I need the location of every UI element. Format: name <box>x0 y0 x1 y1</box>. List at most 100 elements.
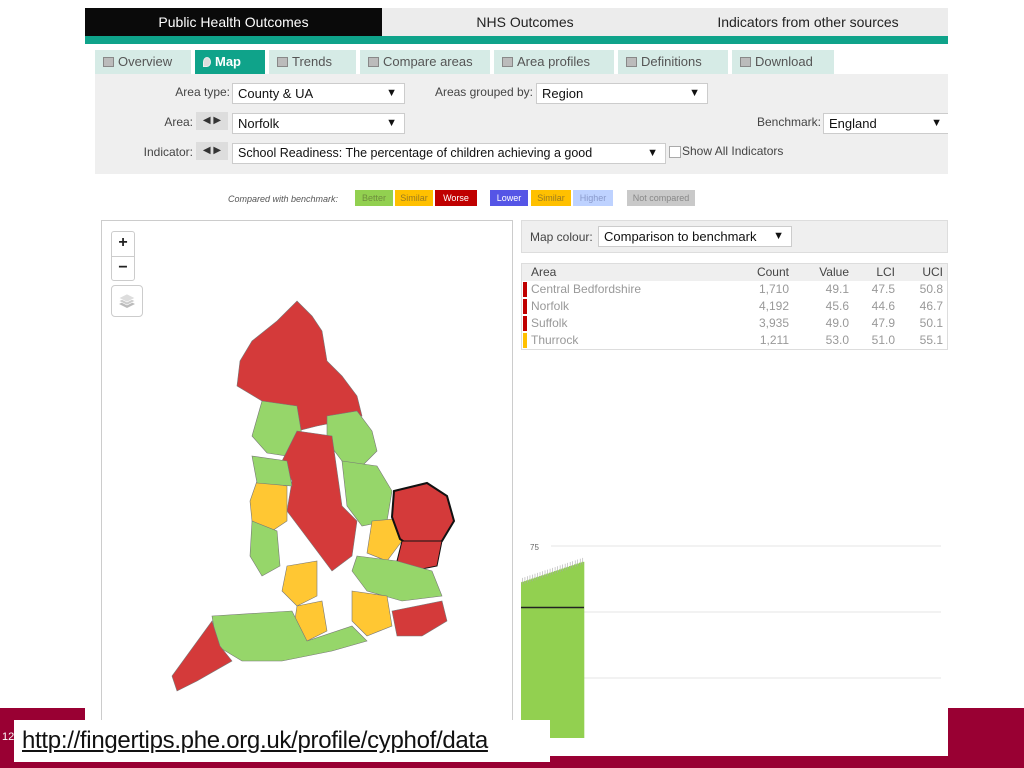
bar-better <box>548 572 552 738</box>
tab-nhs-outcomes[interactable]: NHS Outcomes <box>382 8 668 36</box>
legend-worse: Worse <box>435 190 477 206</box>
status-swatch <box>523 316 527 331</box>
table-row[interactable]: Thurrock 1,211 53.0 51.0 55.1 <box>522 332 947 349</box>
area-type-label: Area type: <box>175 85 230 99</box>
area-profiles-icon <box>502 57 513 67</box>
fingertips-screenshot: Public Health Outcomes NHS Outcomes Indi… <box>85 8 948 756</box>
top-tabs: Public Health Outcomes NHS Outcomes Indi… <box>85 8 948 36</box>
tab-area-profiles[interactable]: Area profiles <box>494 50 614 74</box>
map-colour-bar: Map colour: Comparison to benchmark ▼ <box>521 220 948 253</box>
region-wales-border-green <box>249 520 281 577</box>
tab-label: Area profiles <box>517 54 590 69</box>
y-tick-75: 75 <box>530 543 539 552</box>
sub-tabs: Overview Map Trends Compare areas Area p… <box>95 50 834 74</box>
table-row[interactable]: Central Bedfordshire 1,710 49.1 47.5 50.… <box>522 281 947 298</box>
tab-definitions[interactable]: Definitions <box>618 50 728 74</box>
bar-better <box>568 566 572 738</box>
value: 49.1 <box>825 282 849 296</box>
tab-trends[interactable]: Trends <box>269 50 356 74</box>
map-colour-label: Map colour: <box>530 230 593 244</box>
bar-better <box>531 578 535 738</box>
bar-better <box>553 571 557 738</box>
region-north <box>236 300 363 432</box>
count: 3,935 <box>758 316 789 330</box>
chevron-down-icon: ▼ <box>689 87 700 99</box>
area-label: Area: <box>164 115 193 129</box>
col-lci[interactable]: LCI <box>855 264 901 281</box>
legend-similar: Similar <box>395 190 433 206</box>
area-prev-next[interactable]: ◀ ▶ <box>196 112 228 130</box>
indicator-select[interactable]: School Readiness: The percentage of chil… <box>232 143 666 164</box>
area-value: Norfolk <box>238 116 280 131</box>
col-value[interactable]: Value <box>795 264 855 281</box>
uci: 50.1 <box>919 316 943 330</box>
table-row[interactable]: Norfolk 4,192 45.6 44.6 46.7 <box>522 298 947 315</box>
lci: 44.6 <box>871 299 895 313</box>
slide-number: 12 <box>2 731 15 743</box>
bar-better <box>571 565 575 738</box>
count: 1,211 <box>759 333 789 347</box>
col-count[interactable]: Count <box>721 264 795 281</box>
tab-map[interactable]: Map <box>195 50 265 74</box>
col-uci[interactable]: UCI <box>901 264 947 281</box>
bar-better <box>566 566 570 738</box>
tab-download[interactable]: Download <box>732 50 834 74</box>
table-row[interactable]: Suffolk 3,935 49.0 47.9 50.1 <box>522 315 947 332</box>
bar-better <box>576 563 580 738</box>
tab-other-sources[interactable]: Indicators from other sources <box>668 8 948 36</box>
tab-compare-areas[interactable]: Compare areas <box>360 50 490 74</box>
bar-better <box>523 581 527 738</box>
bar-better <box>578 562 582 738</box>
chevron-down-icon: ▼ <box>386 117 397 129</box>
indicator-label: Indicator: <box>143 145 193 159</box>
map-pin-icon <box>203 57 211 67</box>
tab-label: Trends <box>292 54 332 69</box>
bar-better <box>556 570 560 738</box>
map-panel[interactable]: + − <box>101 220 513 756</box>
map-colour-select[interactable]: Comparison to benchmark ▼ <box>598 226 792 247</box>
legend-similar-2: Similar <box>531 190 571 206</box>
grouped-by-value: Region <box>542 86 584 101</box>
area-select[interactable]: Norfolk ▼ <box>232 113 405 134</box>
download-icon <box>740 57 751 67</box>
bar-better <box>573 564 577 738</box>
bar-better <box>538 576 542 738</box>
lci: 47.9 <box>871 316 895 330</box>
area-name: Norfolk <box>531 299 570 313</box>
tab-label: Definitions <box>641 54 702 69</box>
tab-label: Compare areas <box>383 54 473 69</box>
tab-public-health-outcomes[interactable]: Public Health Outcomes <box>85 8 382 36</box>
grouped-by-select[interactable]: Region ▼ <box>536 83 708 104</box>
map-colour-value: Comparison to benchmark <box>604 229 757 244</box>
uci: 50.8 <box>919 282 943 296</box>
chevron-down-icon: ▼ <box>386 87 397 99</box>
indicator-prev-next[interactable]: ◀ ▶ <box>196 142 228 160</box>
legend-not-compared: Not compared <box>627 190 695 206</box>
legend-higher: Higher <box>573 190 613 206</box>
distribution-bar-chart: 75 50 25 <box>521 543 941 738</box>
area-name: Central Bedfordshire <box>531 282 642 296</box>
benchmark-label: Benchmark: <box>756 115 821 129</box>
show-all-checkbox[interactable] <box>669 146 681 158</box>
area-type-select[interactable]: County & UA ▼ <box>232 83 405 104</box>
tab-overview[interactable]: Overview <box>95 50 191 74</box>
status-swatch <box>523 282 527 297</box>
chevron-down-icon: ▼ <box>931 117 942 129</box>
grouped-by-label: Areas grouped by: <box>434 85 533 99</box>
region-south-green <box>211 610 368 662</box>
tab-label: Map <box>215 54 241 69</box>
profile-url-link[interactable]: http://fingertips.phe.org.uk/profile/cyp… <box>22 727 488 755</box>
benchmark-select[interactable]: England ▼ <box>823 113 948 134</box>
legend-lower: Lower <box>490 190 528 206</box>
benchmark-value: England <box>829 116 877 131</box>
bar-better <box>546 573 550 738</box>
bar-better <box>551 571 555 738</box>
grid-icon <box>103 57 114 67</box>
status-swatch <box>523 299 527 314</box>
bar-better <box>528 579 532 738</box>
col-area[interactable]: Area <box>522 264 721 281</box>
bar-better <box>558 569 562 738</box>
bar-better <box>543 574 547 738</box>
bar-better <box>563 567 567 738</box>
lci: 47.5 <box>871 282 895 296</box>
